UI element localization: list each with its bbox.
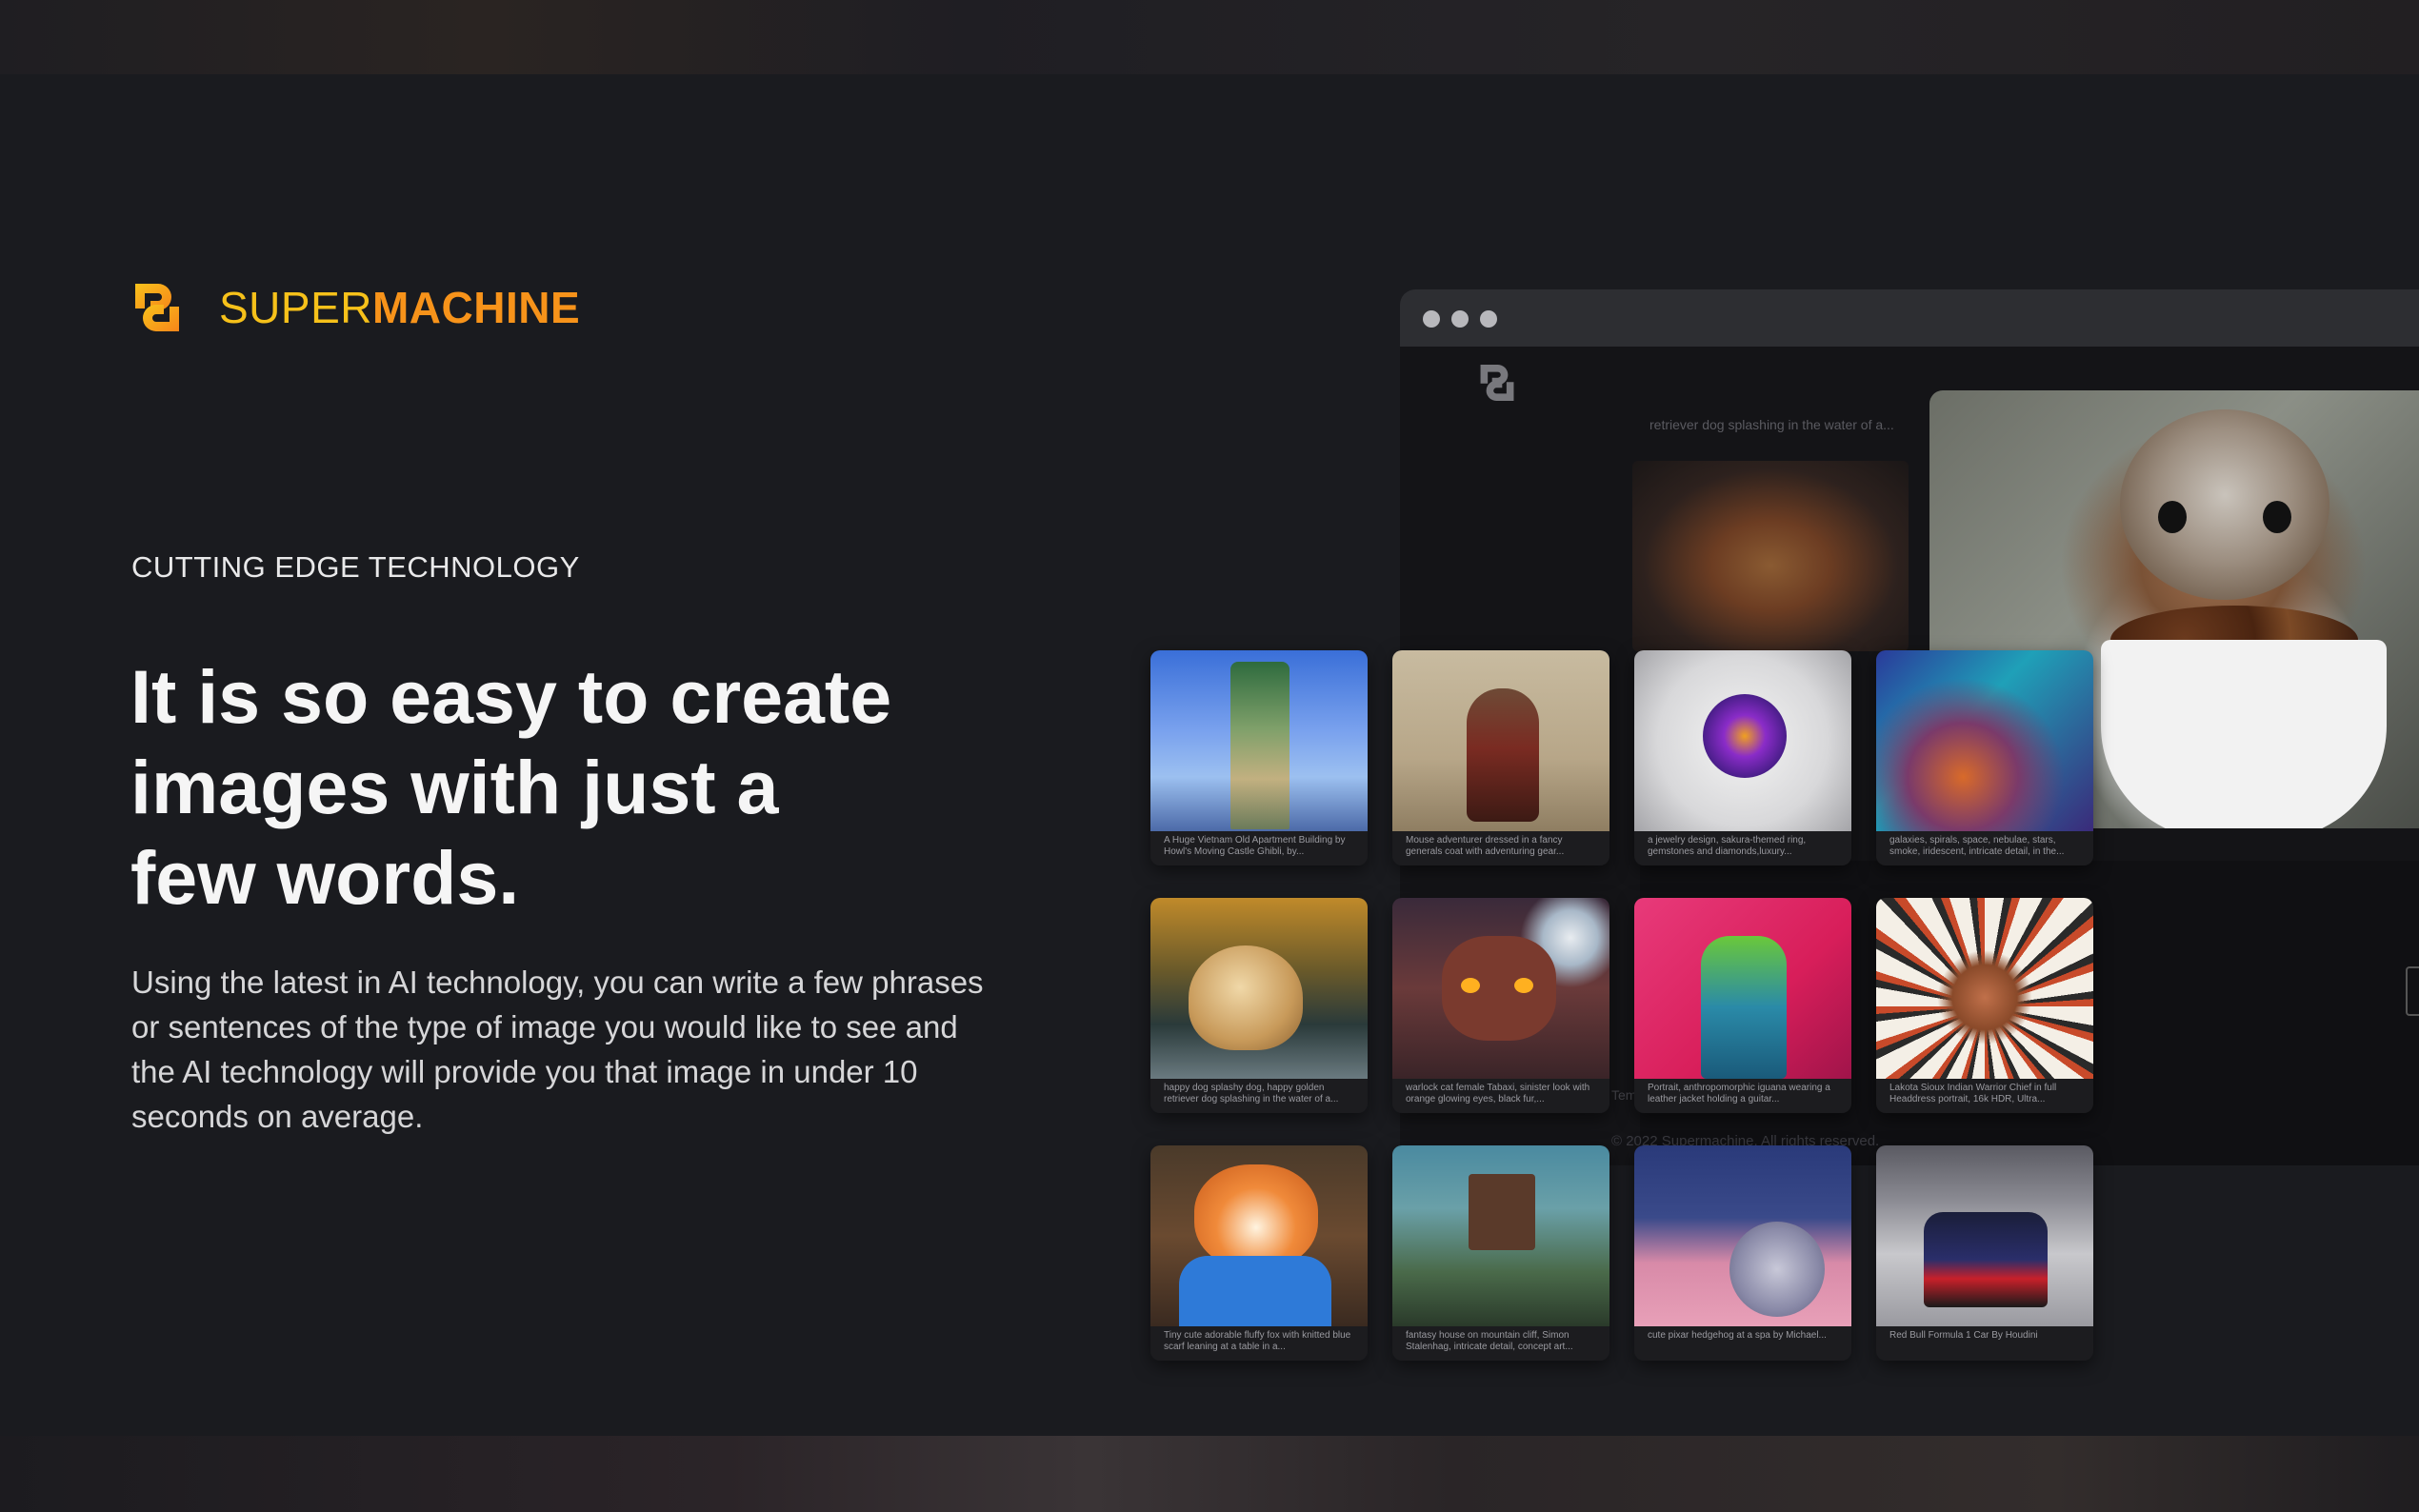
f1-car-art <box>1876 1145 2093 1326</box>
card-caption: warlock cat female Tabaxi, sinister look… <box>1392 1079 1609 1113</box>
card-caption: Red Bull Formula 1 Car By Houdini <box>1876 1326 2093 1361</box>
gallery-card[interactable]: A Huge Vietnam Old Apartment Building by… <box>1150 650 1368 865</box>
hedgehog-art <box>1634 1145 1851 1326</box>
window-dot-icon <box>1451 310 1469 328</box>
gallery-card[interactable]: Mouse adventurer dressed in a fancy gene… <box>1392 650 1609 865</box>
gallery-card[interactable]: Lakota Sioux Indian Warrior Chief in ful… <box>1876 898 2093 1113</box>
card-caption: Tiny cute adorable fluffy fox with knitt… <box>1150 1326 1368 1361</box>
space-rabbit-art <box>1876 650 2093 831</box>
card-caption: A Huge Vietnam Old Apartment Building by… <box>1150 831 1368 865</box>
card-caption: galaxies, spirals, space, nebulae, stars… <box>1876 831 2093 865</box>
card-caption: Lakota Sioux Indian Warrior Chief in ful… <box>1876 1079 2093 1113</box>
gallery-card[interactable]: Portrait, anthropomorphic iguana wearing… <box>1634 898 1851 1113</box>
brand-part-machine: MACHINE <box>371 283 581 332</box>
section-eyebrow: CUTTING EDGE TECHNOLOGY <box>131 550 580 584</box>
fox-scarf-art <box>1150 1145 1368 1326</box>
card-caption: happy dog splashy dog, happy golden retr… <box>1150 1079 1368 1113</box>
green-tower-art <box>1150 650 1368 831</box>
page-headline: It is so easy to create images with just… <box>130 651 988 923</box>
gallery-card[interactable]: cute pixar hedgehog at a spa by Michael.… <box>1634 1145 1851 1361</box>
white-bowl <box>2101 640 2387 828</box>
card-caption: fantasy house on mountain cliff, Simon S… <box>1392 1326 1609 1361</box>
iguana-guitar-art <box>1634 898 1851 1079</box>
brand-logo[interactable]: SUPERMACHINE <box>130 280 580 335</box>
background-fox-image <box>1632 461 1909 651</box>
top-gradient-band <box>0 0 2419 74</box>
squirrel-head <box>2120 409 2329 600</box>
description-paragraph: Using the latest in AI technology, you c… <box>131 965 984 1134</box>
card-caption: cute pixar hedgehog at a spa by Michael.… <box>1634 1326 1851 1361</box>
brand-wordmark: SUPERMACHINE <box>219 286 580 329</box>
background-footer-text: Tem <box>1611 1087 1637 1103</box>
chief-headdress-art <box>1876 898 2093 1079</box>
bottom-gradient-band <box>0 1436 2419 1512</box>
gallery-card[interactable]: Tiny cute adorable fluffy fox with knitt… <box>1150 1145 1368 1361</box>
card-caption: Portrait, anthropomorphic iguana wearing… <box>1634 1079 1851 1113</box>
gallery-card[interactable]: happy dog splashy dog, happy golden retr… <box>1150 898 1368 1113</box>
gallery-card[interactable]: a jewelry design, sakura-themed ring, ge… <box>1634 650 1851 865</box>
supermachine-logo-icon <box>135 284 179 331</box>
gallery-card[interactable]: warlock cat female Tabaxi, sinister look… <box>1392 898 1609 1113</box>
window-dot-icon <box>1423 310 1440 328</box>
gallery-card[interactable]: Red Bull Formula 1 Car By Houdini <box>1876 1145 2093 1361</box>
golden-retriever-art <box>1150 898 1368 1079</box>
gallery-card[interactable]: galaxies, spirals, space, nebulae, stars… <box>1876 650 2093 865</box>
background-caption: retriever dog splashing in the water of … <box>1649 417 1894 432</box>
squirrel-eye <box>2158 501 2187 533</box>
headline-line-2: images with just a <box>130 745 779 829</box>
ring-art <box>1634 650 1851 831</box>
window-dot-icon <box>1480 310 1497 328</box>
fantasy-house-art <box>1392 1145 1609 1326</box>
preview-scroll-handle[interactable] <box>2406 966 2419 1016</box>
mouse-general-art <box>1392 650 1609 831</box>
squirrel-eye <box>2263 501 2291 533</box>
gallery-card[interactable]: fantasy house on mountain cliff, Simon S… <box>1392 1145 1609 1361</box>
brand-part-super: SUPER <box>219 283 372 332</box>
warlock-cat-art <box>1392 898 1609 1079</box>
headline-line-3: few words. <box>130 835 520 920</box>
card-caption: a jewelry design, sakura-themed ring, ge… <box>1634 831 1851 865</box>
card-caption: Mouse adventurer dressed in a fancy gene… <box>1392 831 1609 865</box>
headline-line-1: It is so easy to create <box>130 654 892 739</box>
app-logo-icon <box>1480 365 1514 401</box>
window-titlebar <box>1400 289 2419 347</box>
